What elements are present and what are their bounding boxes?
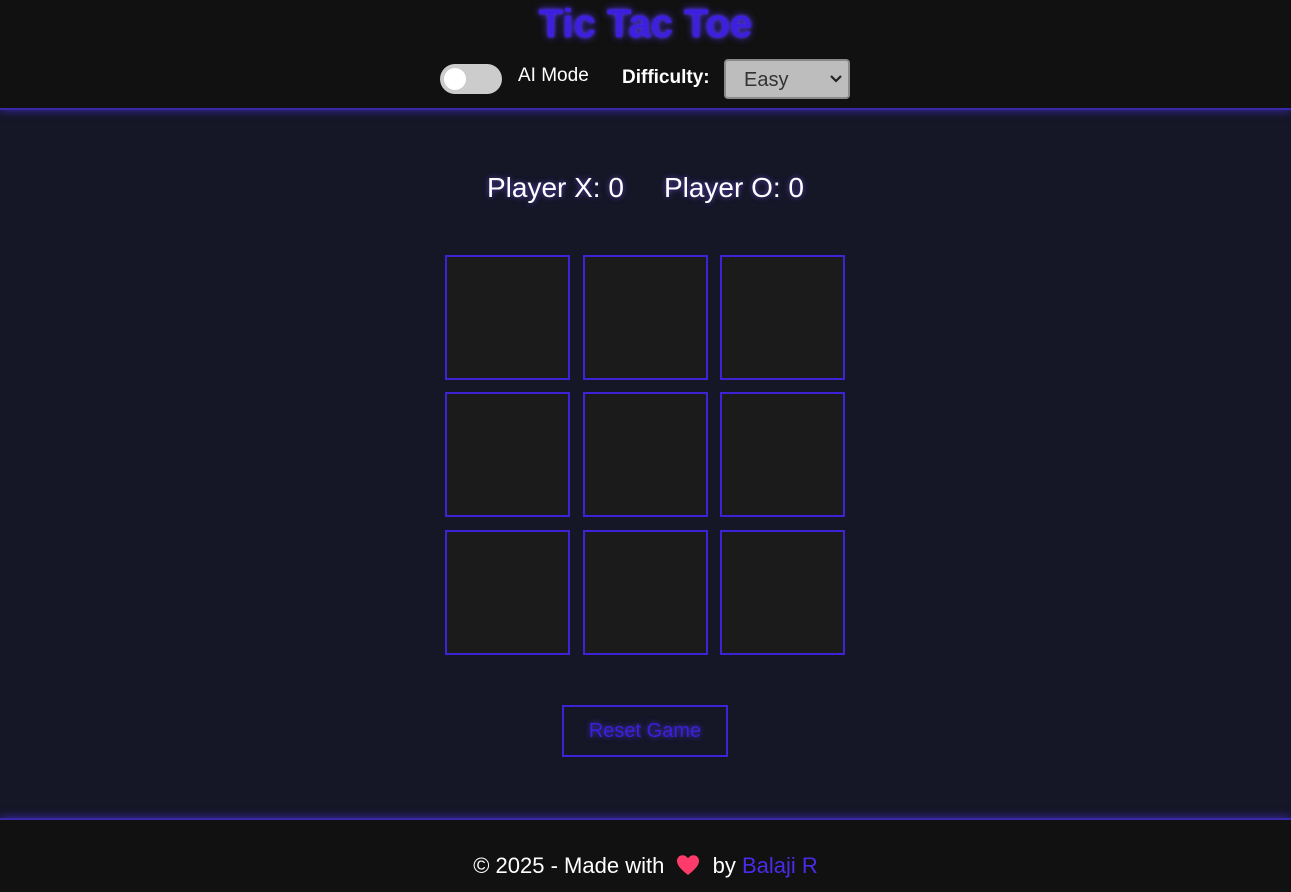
board-cell[interactable] (720, 530, 845, 655)
board-cell[interactable] (583, 530, 708, 655)
difficulty-label: Difficulty: (622, 67, 710, 88)
board-cell[interactable] (720, 392, 845, 517)
game-board (445, 255, 845, 655)
footer-prefix: © 2025 - Made with (473, 853, 665, 878)
reset-game-button[interactable]: Reset Game (562, 705, 728, 757)
ai-mode-toggle[interactable] (440, 64, 502, 94)
difficulty-value: Easy (744, 69, 789, 91)
board-cell[interactable] (583, 392, 708, 517)
toggle-knob (444, 68, 466, 90)
player-o-score: Player O: 0 (663, 172, 804, 203)
difficulty-select[interactable]: Easy (724, 59, 850, 99)
heart-icon (677, 855, 700, 875)
chevron-down-icon (830, 75, 842, 83)
board-cell[interactable] (583, 255, 708, 380)
ai-mode-label: AI Mode (518, 65, 589, 86)
top-bar: Tic Tac Toe AI Mode Difficulty: Easy (0, 0, 1291, 110)
board-cell[interactable] (445, 255, 570, 380)
board-cell[interactable] (445, 392, 570, 517)
board-cell[interactable] (720, 255, 845, 380)
page-title: Tic Tac Toe (538, 2, 753, 46)
footer-by: by (712, 853, 736, 878)
board-cell[interactable] (445, 530, 570, 655)
footer-credit: © 2025 - Made with by Balaji R (0, 853, 1291, 879)
game-controls: AI Mode Difficulty: Easy (440, 59, 860, 99)
author-link[interactable]: Balaji R (742, 853, 818, 878)
footer: © 2025 - Made with by Balaji R (0, 818, 1291, 892)
player-x-score: Player X: 0 (486, 172, 624, 203)
scoreboard: Player X: 0 Player O: 0 (0, 172, 1291, 204)
